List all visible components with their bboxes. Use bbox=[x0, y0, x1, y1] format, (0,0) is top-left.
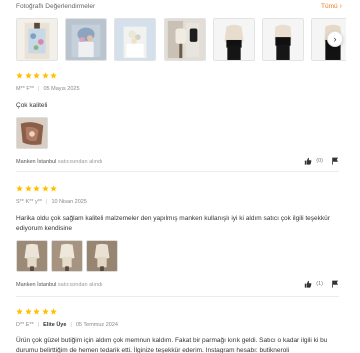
review-photo[interactable] bbox=[16, 117, 48, 149]
seller-name[interactable]: Manken İstanbul bbox=[16, 159, 56, 165]
star-icon bbox=[50, 185, 57, 192]
elite-member-badge: Elite Üye bbox=[43, 322, 67, 328]
photo-reviews-title: Fotoğraflı Değerlendirmeler bbox=[16, 3, 96, 10]
review-photo-thumbnail[interactable] bbox=[65, 18, 107, 61]
review-comment: Çok kaliteli bbox=[16, 102, 48, 109]
star-icon bbox=[24, 185, 32, 192]
star-icon bbox=[24, 72, 32, 79]
review-author: M** F** bbox=[16, 86, 35, 92]
review-comment: Harika oldu çok sağlam kaliteli malzemel… bbox=[16, 215, 330, 232]
thumbs-up-icon[interactable] bbox=[304, 280, 312, 288]
meta-separator: | bbox=[70, 322, 72, 328]
photo-reviews-header: Fotoğraflı Değerlendirmeler Tümü › bbox=[16, 3, 344, 15]
review-meta: D** E** | Elite Üye | 05 Temmuz 2024 bbox=[16, 322, 339, 328]
review-divider bbox=[16, 296, 339, 297]
photo-reviews-carousel bbox=[16, 18, 346, 61]
meta-separator: | bbox=[37, 322, 40, 328]
review-actions: (1) bbox=[304, 280, 339, 288]
star-icon bbox=[16, 308, 23, 315]
see-all-label: Tümü bbox=[321, 3, 338, 10]
review-photo-thumbnail[interactable] bbox=[114, 18, 156, 61]
star-icon bbox=[33, 72, 40, 79]
review-author: D** E** bbox=[16, 322, 34, 328]
review-divider bbox=[16, 171, 339, 172]
review-photo-thumbnail[interactable] bbox=[262, 18, 304, 61]
star-icon bbox=[16, 72, 23, 79]
review-date: 05 Temmuz 2024 bbox=[75, 322, 118, 328]
review-comment: Ürün çok güzel butiğim için aldım çok me… bbox=[16, 337, 328, 353]
chevron-right-icon: › bbox=[339, 2, 342, 10]
review-item: M** F** | 05 Mayıs 2025 Çok kaliteli Man… bbox=[16, 72, 339, 167]
star-icon bbox=[16, 185, 23, 192]
review-photo-thumbnail[interactable] bbox=[213, 18, 255, 61]
review-photos bbox=[16, 240, 339, 272]
review-author: S** K** y** bbox=[16, 199, 42, 205]
star-icon bbox=[41, 185, 49, 192]
star-rating bbox=[16, 185, 339, 193]
review-photo[interactable] bbox=[86, 240, 118, 272]
seller-suffix: satıcısından alındı bbox=[57, 159, 103, 165]
like-count: (0) bbox=[316, 158, 323, 164]
review-meta: M** F** | 05 Mayıs 2025 bbox=[16, 86, 339, 92]
chevron-right-icon: › bbox=[333, 34, 337, 44]
seller-info: Manken İstanbul satıcısından alındı bbox=[16, 159, 103, 165]
review-photos bbox=[16, 117, 339, 149]
star-icon bbox=[41, 72, 49, 79]
star-rating bbox=[16, 72, 339, 80]
review-date: 05 Mayıs 2025 bbox=[43, 86, 80, 92]
review-meta: S** K** y** | 10 Nisan 2025 bbox=[16, 199, 339, 205]
star-icon bbox=[50, 308, 57, 315]
review-actions: (0) bbox=[304, 157, 339, 165]
meta-separator: | bbox=[38, 86, 40, 92]
see-all-link[interactable]: Tümü › bbox=[321, 2, 342, 11]
review-photo-thumbnail[interactable] bbox=[16, 18, 58, 61]
star-icon bbox=[50, 72, 57, 79]
flag-icon[interactable] bbox=[331, 157, 339, 165]
meta-separator: | bbox=[46, 199, 48, 205]
review-footer: Manken İstanbul satıcısından alındı (0) bbox=[16, 157, 339, 167]
like-count: (1) bbox=[316, 281, 323, 287]
review-footer: Manken İstanbul satıcısından alındı (1) bbox=[16, 280, 339, 290]
seller-info: Manken İstanbul satıcısından alındı bbox=[16, 282, 103, 288]
star-icon bbox=[41, 308, 49, 315]
review-date: 10 Nisan 2025 bbox=[51, 199, 87, 205]
carousel-next-button[interactable]: › bbox=[327, 31, 343, 47]
review-item: S** K** y** | 10 Nisan 2025 Harika oldu … bbox=[16, 185, 339, 290]
flag-icon[interactable] bbox=[331, 280, 339, 288]
review-item: D** E** | Elite Üye | 05 Temmuz 2024 Ürü… bbox=[16, 308, 339, 353]
seller-name[interactable]: Manken İstanbul bbox=[16, 282, 56, 288]
star-icon bbox=[24, 308, 32, 315]
review-photo[interactable] bbox=[51, 240, 83, 272]
seller-suffix: satıcısından alındı bbox=[57, 282, 103, 288]
star-rating bbox=[16, 308, 339, 316]
review-photo[interactable] bbox=[16, 240, 48, 272]
star-icon bbox=[33, 185, 40, 192]
review-photo-thumbnail[interactable] bbox=[164, 18, 206, 61]
thumbs-up-icon[interactable] bbox=[304, 157, 312, 165]
star-icon bbox=[33, 308, 40, 315]
